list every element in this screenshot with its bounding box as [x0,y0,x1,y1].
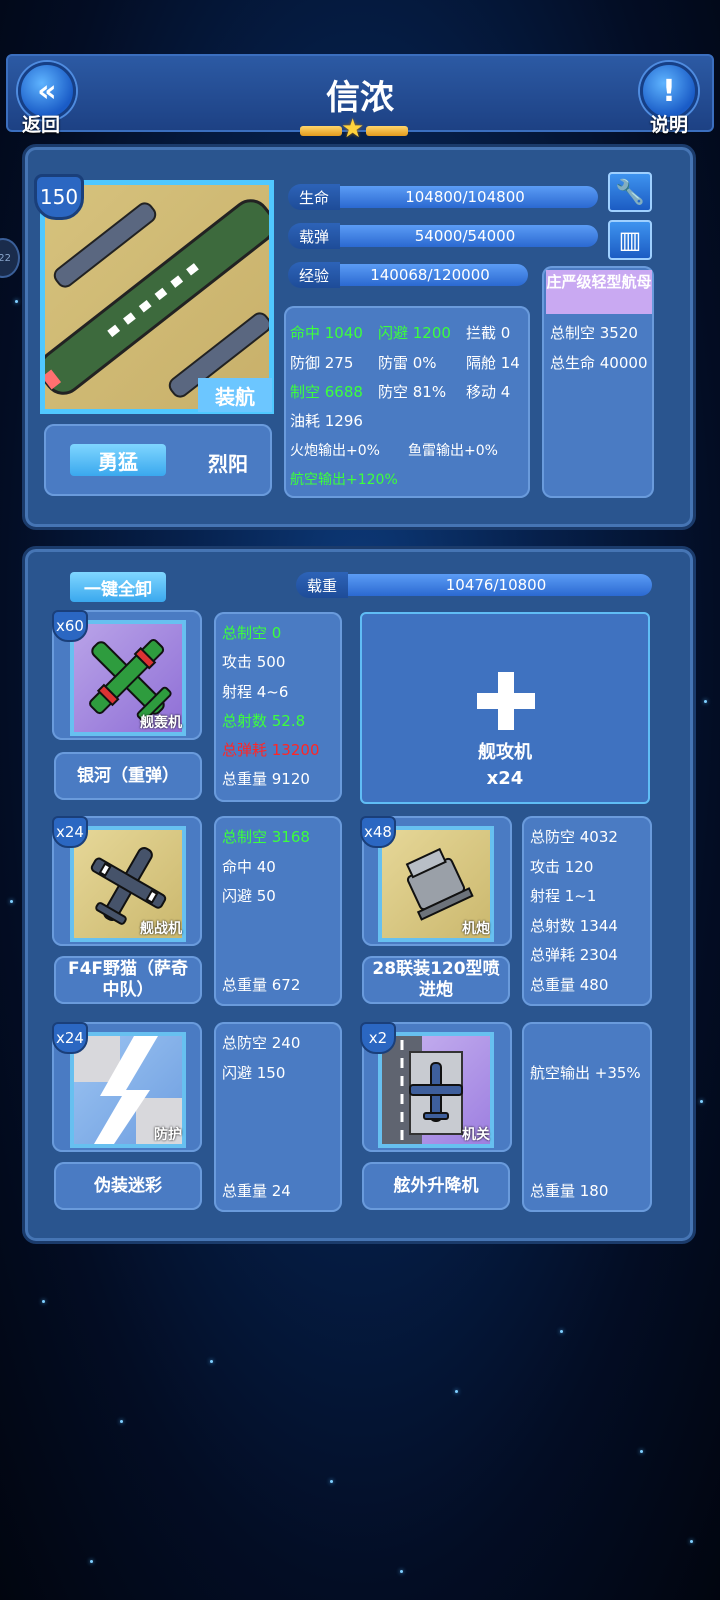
slot-elevator-image[interactable]: 机关 [378,1032,494,1148]
slot-weight: 总重量 180 [530,1182,609,1200]
slot-stat: 攻击 500 [222,653,286,671]
slot-camouflage-image[interactable]: 防护 [70,1032,186,1148]
side-indicator-badge[interactable]: 22 [0,238,20,278]
stat-fuel: 油耗 1296 [290,412,363,430]
slot-weight: 总重量 9120 [222,770,310,788]
skill-other-label[interactable]: 烈阳 [208,448,248,477]
slot-stat: 总射数 1344 [530,917,618,935]
slot-stat: 闪避 50 [222,887,276,905]
star-icon: ★ [341,114,365,144]
slot-stat: 攻击 120 [530,858,594,876]
slot-count-badge: x2 [360,1022,396,1054]
slot-weight: 总重量 24 [222,1182,291,1200]
stat-intercept: 拦截 0 [466,324,511,342]
stat-move: 移动 4 [466,383,511,401]
slot-stat: 总制空 3168 [222,828,310,846]
slot-fighter-image[interactable]: 舰战机 [70,826,186,942]
repair-button[interactable]: 🔧 [608,172,652,212]
slot-stat: 命中 40 [222,858,276,876]
slot-stat: 总防空 240 [222,1034,301,1052]
exp-bar-label: 经验 [288,262,340,288]
empty-slot-count: x24 [486,768,524,789]
slot-name-plate[interactable]: F4F野猫（萨奇中队） [54,956,202,1004]
empty-slot-label: 舰攻机 [478,742,532,763]
slot-dive-bomber-image[interactable]: 舰轰机 [70,620,186,736]
stat-anti-air: 防空 81% [378,383,447,401]
stat-torpedo-output: 鱼雷输出+0% [408,443,498,459]
slot-stat: 总防空 4032 [530,828,618,846]
plus-icon [477,672,535,730]
help-label[interactable]: 说明 [650,110,688,137]
stat-defense: 防御 275 [290,354,354,372]
wrench-icon: 🔧 [615,178,645,206]
exp-bar: 140068/120000 经验 [288,262,528,288]
skill-active-button[interactable]: 勇猛 [70,444,166,476]
side-indicator-text: 22 [0,252,11,264]
slot-count-badge: x60 [52,610,88,642]
stat-air-control: 制空 6688 [290,383,363,401]
hp-bar: 104800/104800 生命 [288,184,598,210]
stat-torpedo-def: 防雷 0% [378,354,437,372]
stat-air-output: 航空输出+120% [290,472,398,488]
slot-name-plate[interactable]: 舷外升降机 [362,1162,510,1210]
slot-stat: 总射数 52.8 [222,712,306,730]
weight-bar-label: 载重 [296,572,348,598]
slot-stat: 射程 4~6 [222,683,289,701]
slot-type-tag: 机炮 [462,921,490,937]
slot-type-tag: 舰战机 [140,921,182,937]
hp-bar-fill: 104800/104800 [332,186,598,208]
stat-gun-output: 火炮输出+0% [290,443,380,459]
ammo-bar-fill: 54000/54000 [332,225,598,247]
ship-name-title: 信浓 [326,78,394,118]
shells-icon: ▥ [618,226,642,254]
slot-stat: 总制空 0 [222,624,282,642]
class-total-air: 总制空 3520 [550,324,638,342]
unequip-all-button[interactable]: 一键全卸 [70,572,166,602]
slot-stat: 射程 1~1 [530,887,597,905]
slot-stat: 航空输出 +35% [530,1064,641,1082]
class-total-hp: 总生命 40000 [550,354,648,372]
weight-bar-fill: 10476/10800 [340,574,652,596]
slot-weight: 总重量 672 [222,976,301,994]
hp-bar-label: 生命 [288,184,340,210]
ammo-bar: 54000/54000 载弹 [288,223,598,249]
slot-type-tag: 防护 [154,1127,182,1143]
rank-bar-left [300,126,342,136]
slot-aa-image[interactable]: 机炮 [378,826,494,942]
level-badge: 150 [34,174,84,220]
class-name-tag[interactable]: 庄严级轻型航母 [546,270,652,314]
ship-deck-image [45,185,269,409]
stat-evasion: 闪避 1200 [378,324,451,342]
slot-count-badge: x48 [360,816,396,848]
ammo-button[interactable]: ▥ [608,220,652,260]
slot-name-plate[interactable]: 28联装120型喷进炮 [362,956,510,1004]
ship-type-tag: 装航 [198,378,272,412]
slot-stat: 闪避 150 [222,1064,286,1082]
weight-bar: 10476/10800 载重 [296,572,652,598]
slot-type-tag: 舰轰机 [140,715,182,731]
stat-compartment: 隔舱 14 [466,354,520,372]
ammo-bar-label: 载弹 [288,223,340,249]
exclamation-icon: ! [662,73,676,109]
slot-count-badge: x24 [52,1022,88,1054]
slot-count-badge: x24 [52,816,88,848]
slot-name-plate[interactable]: 伪装迷彩 [54,1162,202,1210]
slot-stat: 总弹耗 2304 [530,946,618,964]
exp-bar-fill: 140068/120000 [332,264,528,286]
add-torpedo-bomber-slot[interactable]: 舰攻机 x24 [360,612,650,804]
slot-name-plate[interactable]: 银河（重弹） [54,752,202,800]
star-rank: ★ [300,114,408,144]
slot-stat: 总弹耗 13200 [222,741,320,759]
stat-accuracy: 命中 1040 [290,324,363,342]
rank-bar-right [366,126,408,136]
slot-weight: 总重量 480 [530,976,609,994]
slot-type-tag: 机关 [462,1127,490,1143]
